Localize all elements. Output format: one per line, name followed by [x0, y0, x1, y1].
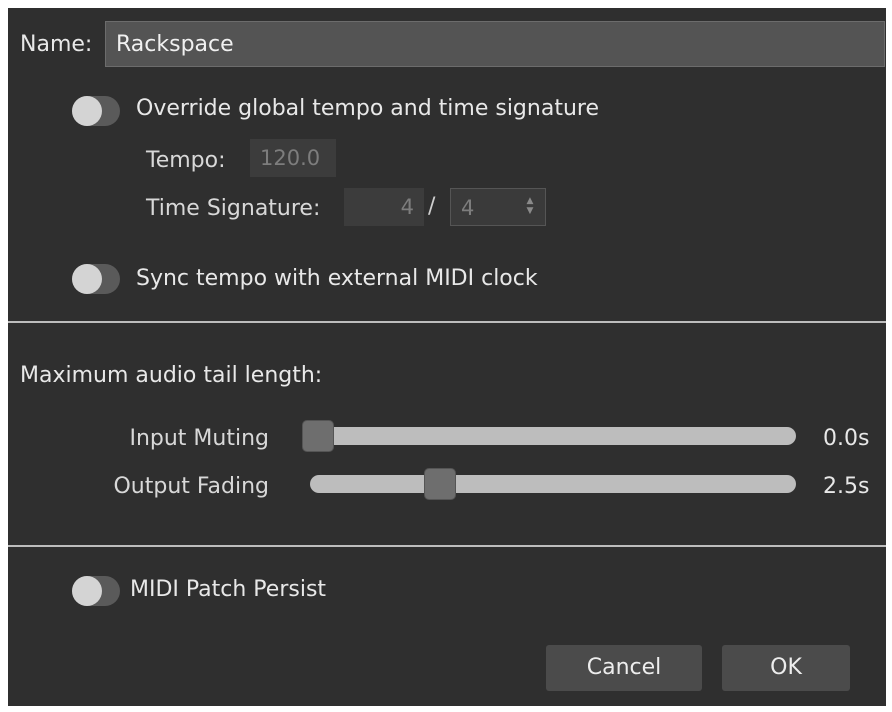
- time-signature-denominator-spinner[interactable]: 4 ▲ ▼: [450, 188, 546, 226]
- toggle-knob: [72, 576, 102, 606]
- ok-button[interactable]: OK: [722, 645, 850, 691]
- override-tempo-label: Override global tempo and time signature: [136, 96, 599, 121]
- toggle-knob: [72, 264, 102, 294]
- midi-patch-persist-toggle[interactable]: [72, 576, 120, 606]
- time-signature-separator: /: [428, 194, 436, 219]
- output-fading-label: Output Fading: [113, 474, 269, 499]
- sync-midi-clock-label: Sync tempo with external MIDI clock: [136, 266, 538, 291]
- slider-thumb[interactable]: [424, 468, 456, 500]
- input-muting-slider[interactable]: [302, 420, 796, 452]
- name-label: Name:: [20, 32, 93, 57]
- override-tempo-toggle[interactable]: [72, 96, 120, 126]
- audio-tail-heading: Maximum audio tail length:: [20, 363, 323, 388]
- name-input[interactable]: [105, 21, 885, 67]
- time-signature-label: Time Signature:: [146, 196, 321, 221]
- toggle-knob: [72, 96, 102, 126]
- sync-midi-clock-toggle[interactable]: [72, 264, 120, 294]
- section-divider: [8, 321, 886, 323]
- time-signature-denominator-value: 4: [461, 196, 475, 220]
- output-fading-slider[interactable]: [310, 468, 796, 500]
- slider-thumb[interactable]: [302, 420, 334, 452]
- input-muting-label: Input Muting: [129, 426, 269, 451]
- rackspace-properties-dialog: Name: Override global tempo and time sig…: [8, 8, 886, 706]
- output-fading-value: 2.5s: [823, 474, 870, 499]
- spinner-arrows-icon[interactable]: ▲ ▼: [525, 196, 535, 218]
- tempo-label: Tempo:: [146, 148, 226, 173]
- midi-patch-persist-label: MIDI Patch Persist: [130, 577, 327, 602]
- time-signature-numerator-field[interactable]: 4: [344, 188, 424, 226]
- input-muting-value: 0.0s: [823, 426, 870, 451]
- tempo-field[interactable]: 120.0: [250, 139, 336, 177]
- section-divider: [8, 545, 886, 547]
- cancel-button[interactable]: Cancel: [546, 645, 702, 691]
